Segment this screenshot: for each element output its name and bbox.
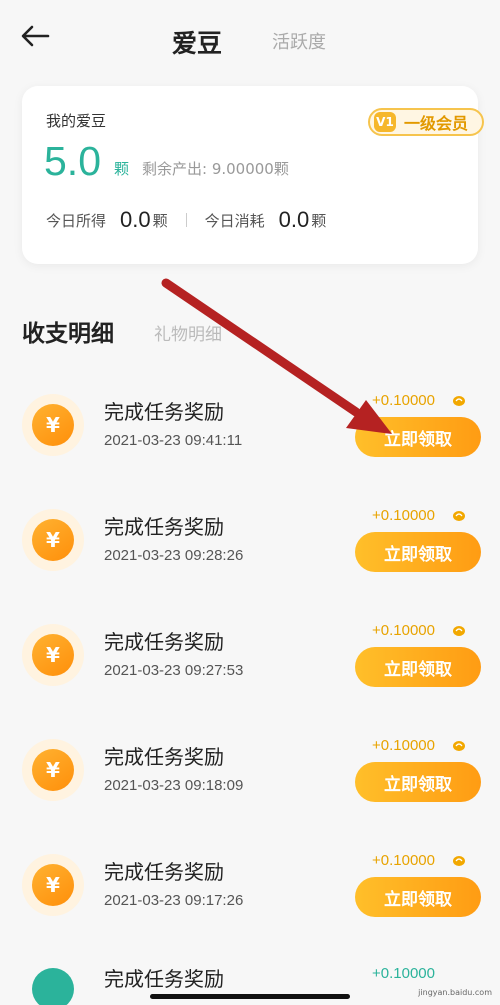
- claim-button[interactable]: 立即领取: [355, 647, 481, 687]
- bean-icon: [453, 741, 465, 751]
- today-stats: 今日所得 0.0 颗 今日消耗 0.0 颗: [46, 204, 326, 236]
- record-amount: +0.10000: [372, 737, 435, 754]
- tab-gift-details[interactable]: 礼物明细: [154, 320, 222, 345]
- vip-badge-icon: V1: [374, 112, 396, 132]
- record-amount: +0.10000: [372, 507, 435, 524]
- today-spent-value: 0.0: [278, 207, 310, 232]
- record-title: 完成任务奖励: [104, 400, 224, 424]
- claim-button[interactable]: 立即领取: [355, 762, 481, 802]
- bean-icon: [453, 856, 465, 866]
- home-indicator[interactable]: [150, 994, 350, 999]
- tab-activity[interactable]: 活跃度: [272, 28, 326, 54]
- record-time: 2021-03-23 09:17:26: [104, 892, 244, 909]
- bean-icon: [453, 511, 465, 521]
- record-time: 2021-03-23 09:28:26: [104, 547, 244, 564]
- yuan-coin-icon: ¥: [32, 634, 74, 676]
- list-item: ¥ 完成任务奖励 2021-03-23 09:17:26 +0.10000 立即…: [0, 852, 500, 969]
- partial-record-amount: +0.10000: [372, 965, 435, 982]
- partial-record-title: 完成任务奖励: [104, 967, 224, 991]
- bean-icon: [453, 396, 465, 406]
- today-earned-value: 0.0: [120, 207, 151, 232]
- back-arrow-icon[interactable]: [20, 24, 50, 48]
- record-amount: +0.10000: [372, 852, 435, 869]
- today-spent-unit: 颗: [311, 211, 327, 230]
- list-item: ¥ 完成任务奖励 2021-03-23 09:41:11 +0.10000 立即…: [0, 392, 500, 509]
- today-spent-label: 今日消耗: [204, 211, 265, 230]
- claim-button[interactable]: 立即领取: [355, 532, 481, 572]
- claim-button[interactable]: 立即领取: [355, 417, 481, 457]
- remaining-output: 剩余产出: 9.00000颗: [142, 160, 289, 178]
- today-earned-unit: 颗: [152, 211, 168, 230]
- record-amount: +0.10000: [372, 622, 435, 639]
- claim-button[interactable]: 立即领取: [355, 877, 481, 917]
- tab-income-details[interactable]: 收支明细: [22, 314, 114, 348]
- watermark: jingyan.baidu.com: [418, 988, 492, 997]
- record-title: 完成任务奖励: [104, 515, 224, 539]
- partial-coin-icon: [32, 968, 74, 1005]
- summary-card: 我的爱豆 5.0 颗 剩余产出: 9.00000颗 V1 一级会员 今日所得 0…: [22, 86, 484, 264]
- record-title: 完成任务奖励: [104, 745, 224, 769]
- record-time: 2021-03-23 09:41:11: [104, 432, 243, 449]
- tab-aidou[interactable]: 爱豆: [172, 24, 222, 60]
- record-title: 完成任务奖励: [104, 860, 224, 884]
- my-aidou-label: 我的爱豆: [46, 112, 107, 130]
- record-amount: +0.10000: [372, 392, 435, 409]
- yuan-coin-icon: ¥: [32, 864, 74, 906]
- yuan-coin-icon: ¥: [32, 519, 74, 561]
- member-level-label: 一级会员: [404, 114, 469, 133]
- balance-unit: 颗: [114, 160, 130, 178]
- record-time: 2021-03-23 09:18:09: [104, 777, 244, 794]
- list-item: ¥ 完成任务奖励 2021-03-23 09:28:26 +0.10000 立即…: [0, 507, 500, 624]
- yuan-coin-icon: ¥: [32, 749, 74, 791]
- record-title: 完成任务奖励: [104, 630, 224, 654]
- list-item: ¥ 完成任务奖励 2021-03-23 09:18:09 +0.10000 立即…: [0, 737, 500, 854]
- list-item: ¥ 完成任务奖励 2021-03-23 09:27:53 +0.10000 立即…: [0, 622, 500, 739]
- stat-divider: [185, 213, 187, 227]
- member-level-badge[interactable]: V1 一级会员: [368, 108, 484, 136]
- bean-icon: [453, 626, 465, 636]
- today-earned-label: 今日所得: [46, 211, 107, 230]
- header: 爱豆 活跃度: [0, 0, 500, 80]
- aidou-balance: 5.0: [44, 138, 101, 184]
- record-time: 2021-03-23 09:27:53: [104, 662, 244, 679]
- yuan-coin-icon: ¥: [32, 404, 74, 446]
